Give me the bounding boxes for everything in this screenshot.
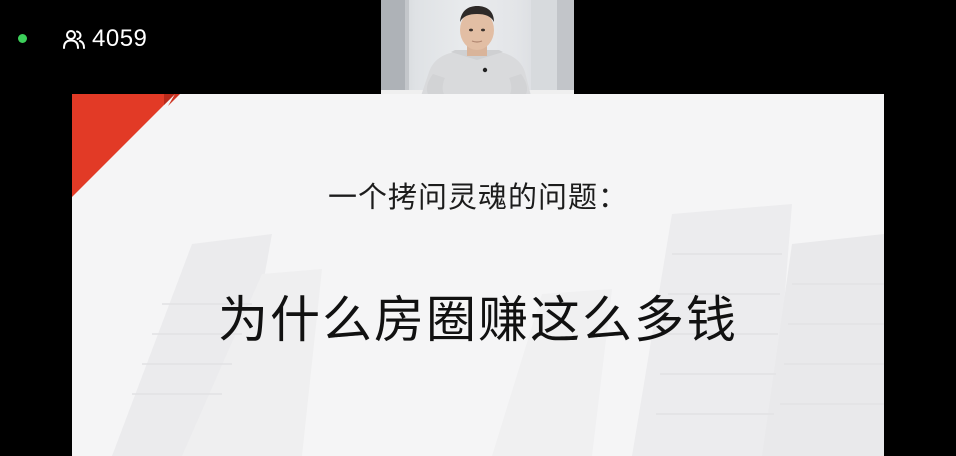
presenter-figure bbox=[381, 0, 574, 96]
presenter-webcam[interactable] bbox=[381, 0, 574, 96]
viewer-count-badge: 4059 bbox=[62, 24, 147, 54]
slide-question-text: 一个拷问灵魂的问题： bbox=[327, 180, 628, 214]
live-status-indicator bbox=[18, 34, 27, 43]
people-icon bbox=[63, 30, 85, 49]
viewer-count: 4059 bbox=[92, 25, 148, 52]
slide-background bbox=[72, 94, 884, 456]
live-stream-screen: 4059 一个拷问灵魂的问题： 为什么房圈赚这么多钱 bbox=[0, 0, 956, 456]
presentation-slide: 一个拷问灵魂的问题： 为什么房圈赚这么多钱 bbox=[72, 94, 884, 456]
slide-headline: 为什么房圈赚这么多钱 bbox=[218, 291, 738, 349]
